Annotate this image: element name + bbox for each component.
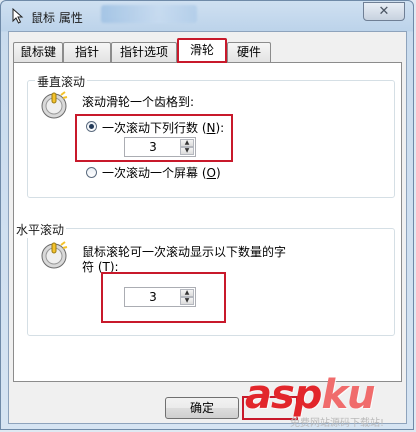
- horizontal-scrolling-title: 水平滚动: [14, 221, 67, 238]
- tab-pointers[interactable]: 指针: [63, 42, 111, 62]
- vertical-description: 滚动滑轮一个齿格到:: [82, 95, 195, 109]
- mouse-pointer-icon: [12, 8, 24, 24]
- mouse-properties-window: 鼠标 属性 ✕ 鼠标键 指针 指针选项 滑轮 硬件 垂直滚动 滚动滑轮一个齿格到…: [0, 0, 414, 430]
- lines-spinner[interactable]: 3 ▲ ▼: [124, 137, 196, 157]
- chars-spinner[interactable]: 3 ▲ ▼: [124, 287, 196, 307]
- tab-hardware[interactable]: 硬件: [227, 42, 271, 62]
- chars-up-arrow-icon[interactable]: ▲: [180, 289, 194, 297]
- close-button[interactable]: ✕: [363, 2, 405, 21]
- tab-buttons[interactable]: 鼠标键: [13, 42, 63, 62]
- tab-pointer-options[interactable]: 指针选项: [111, 42, 177, 62]
- watermark-logo: aspku: [245, 372, 376, 418]
- vertical-scrolling-title: 垂直滚动: [35, 73, 88, 90]
- tab-wheel[interactable]: 滑轮: [177, 38, 227, 63]
- lines-up-arrow-icon[interactable]: ▲: [180, 139, 194, 147]
- chars-down-arrow-icon[interactable]: ▼: [180, 297, 194, 305]
- dialog-client-area: 鼠标键 指针 指针选项 滑轮 硬件 垂直滚动 滚动滑轮一个齿格到: 一次滚动下列…: [8, 31, 407, 424]
- lines-down-arrow-icon[interactable]: ▼: [180, 147, 194, 155]
- scroll-wheel-icon: [41, 241, 68, 269]
- radio-scroll-screen-label[interactable]: 一次滚动一个屏幕 (O): [102, 164, 221, 181]
- radio-scroll-lines-label[interactable]: 一次滚动下列行数 (N):: [102, 119, 224, 136]
- scroll-wheel-icon: [41, 91, 68, 119]
- watermark-subtitle: 免费网站源码下载站!: [290, 418, 385, 429]
- title-bar[interactable]: 鼠标 属性 ✕: [1, 1, 413, 31]
- chars-value[interactable]: 3: [127, 290, 179, 304]
- ok-button[interactable]: 确定: [165, 397, 239, 419]
- radio-scroll-lines[interactable]: [86, 121, 97, 132]
- blurred-title-area: [101, 5, 197, 23]
- window-title: 鼠标 属性: [31, 11, 83, 25]
- lines-value[interactable]: 3: [127, 140, 179, 154]
- radio-scroll-screen[interactable]: [86, 167, 97, 178]
